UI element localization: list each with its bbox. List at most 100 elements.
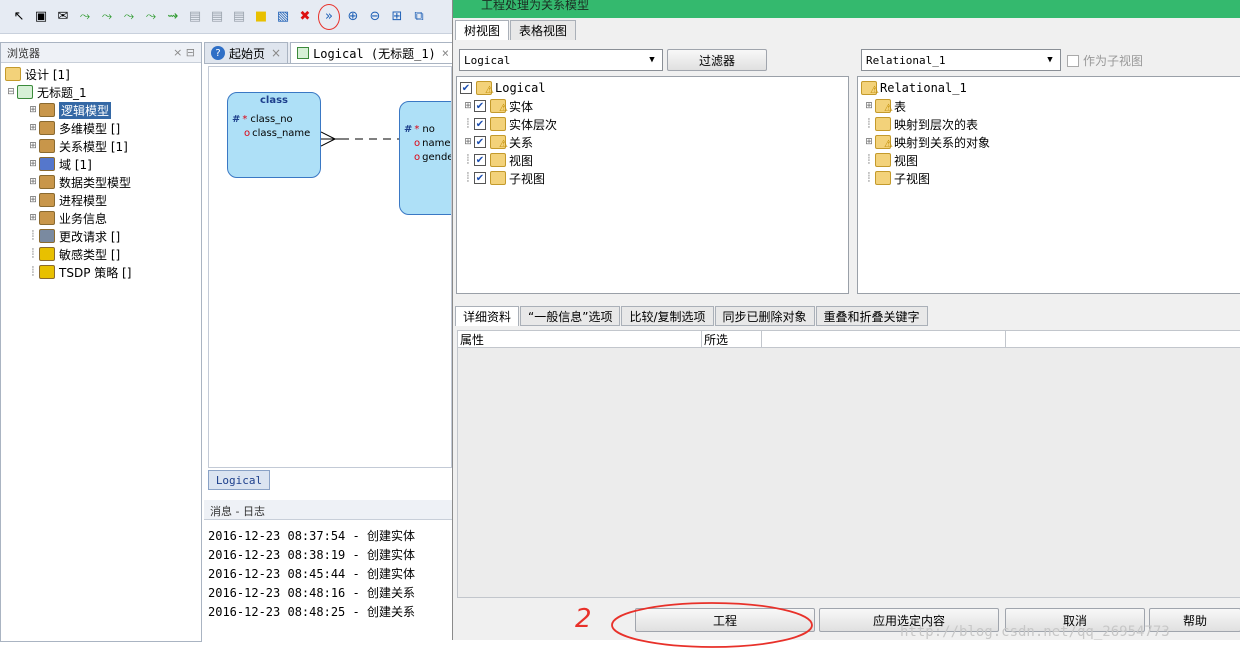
checkbox[interactable]: ✔: [474, 172, 486, 184]
expand-icon[interactable]: ⊞: [27, 123, 39, 133]
detail-tab[interactable]: 同步已删除对象: [714, 306, 815, 326]
tree-item[interactable]: ⊞ ⚠ 映射到关系的对象: [861, 133, 1240, 151]
tree-item[interactable]: ✔ ⚠ Logical: [460, 79, 848, 97]
diagram-canvas[interactable]: class # * class_no o class_name # * no o name …: [208, 66, 452, 468]
browser-item[interactable]: ⊞ 逻辑模型: [5, 101, 201, 119]
subview-checkbox[interactable]: 作为子视图: [1067, 52, 1143, 69]
browser-item[interactable]: ⊞ 业务信息: [5, 209, 201, 227]
browser-item[interactable]: ⊞ 域 [1]: [5, 155, 201, 173]
tab-tree-view[interactable]: 树视图: [455, 20, 510, 40]
browser-item-label: 域 [1]: [59, 157, 92, 172]
checkbox[interactable]: ✔: [474, 100, 486, 112]
expand-icon[interactable]: ⊞: [863, 101, 875, 111]
checkbox[interactable]: ✔: [474, 118, 486, 130]
tree-item[interactable]: ⊞ ⚠ 表: [861, 97, 1240, 115]
expand-icon[interactable]: ⊞: [27, 177, 39, 187]
entity-class[interactable]: class # * class_no o class_name: [227, 92, 321, 178]
log-line: 2016-12-23 08:45:44 - 创建实体: [208, 567, 415, 581]
new-view-icon[interactable]: ✉: [54, 8, 72, 26]
tree-item[interactable]: ┊ ✔ 实体层次: [460, 115, 848, 133]
supertype-icon[interactable]: ▤: [230, 8, 248, 26]
browser-item[interactable]: ⊞ 关系模型 [1]: [5, 137, 201, 155]
diagram-subtab-logical[interactable]: Logical: [208, 470, 270, 490]
checkbox[interactable]: ✔: [474, 154, 486, 166]
relation-1n-icon[interactable]: ⤳: [98, 8, 116, 26]
entity-student[interactable]: #*no oname ogender: [399, 101, 451, 215]
browser-item[interactable]: ⊞ 进程模型: [5, 191, 201, 209]
tree-line-icon: ┊: [30, 249, 36, 259]
tree-project[interactable]: ⊟ 无标题_1: [5, 83, 201, 101]
detail-tab[interactable]: 详细资料: [455, 306, 520, 326]
change-request-icon: [39, 229, 55, 243]
browser-item[interactable]: ⊞ 多维模型 []: [5, 119, 201, 137]
tree-item[interactable]: ⚠ Relational_1: [861, 79, 1240, 97]
tree-item-label: 子视图: [894, 171, 931, 186]
note-icon[interactable]: ■: [252, 8, 270, 26]
detail-tab[interactable]: 比较/复制选项: [621, 306, 714, 326]
expand-icon[interactable]: ⊞: [863, 137, 875, 147]
relationship-line[interactable]: [321, 127, 401, 149]
delete-icon[interactable]: ✖: [296, 8, 314, 26]
checkbox-box: [1067, 54, 1079, 67]
checkbox[interactable]: ✔: [460, 82, 472, 94]
tab-table-view[interactable]: 表格视图: [510, 20, 577, 40]
tab-label: 起始页: [229, 46, 266, 61]
expand-icon[interactable]: ⊞: [462, 101, 474, 111]
expand-icon[interactable]: ⊞: [27, 105, 39, 115]
browser-item[interactable]: ⊞ 数据类型模型: [5, 173, 201, 191]
expand-icon[interactable]: ⊞: [27, 195, 39, 205]
messages-log-panel: 消息 - 日志 2016-12-23 08:37:54 - 创建实体 2016-1…: [204, 500, 452, 643]
expand-icon[interactable]: ⊞: [27, 141, 39, 151]
tree-item[interactable]: ⊞ ✔ ⚠ 关系: [460, 133, 848, 151]
engineer-to-relational-icon[interactable]: »: [318, 3, 340, 30]
column-header-selected[interactable]: 所选: [702, 331, 762, 347]
expand-icon[interactable]: ⊞: [462, 137, 474, 147]
pointer-icon[interactable]: ↖: [10, 8, 28, 26]
relation-folder-icon: ⚠: [490, 135, 508, 150]
picture-icon[interactable]: ▧: [274, 8, 292, 26]
zoom-out-icon[interactable]: ⊖: [366, 8, 384, 26]
expand-icon[interactable]: ⊞: [27, 213, 39, 223]
tree-item[interactable]: ┊ 子视图: [861, 169, 1240, 187]
tab-start-page[interactable]: ? 起始页 ×: [204, 42, 289, 63]
detail-tab[interactable]: 重叠和折叠关键字: [815, 306, 928, 326]
collapse-icon[interactable]: ⊟: [5, 87, 17, 97]
zoom-in-icon[interactable]: ⊕: [344, 8, 362, 26]
browser-item[interactable]: ┊ 敏感类型 []: [5, 245, 201, 263]
tree-item[interactable]: ┊ 映射到层次的表: [861, 115, 1240, 133]
relation-mn-icon[interactable]: ⤳: [120, 8, 138, 26]
close-icon[interactable]: ×: [442, 46, 449, 60]
checkbox[interactable]: ✔: [474, 136, 486, 148]
browser-header: 浏览器 × ⊟: [1, 43, 201, 63]
browser-item[interactable]: ┊ 更改请求 []: [5, 227, 201, 245]
subview-folder-icon: [490, 171, 506, 185]
tree-item-label: Logical: [495, 81, 546, 95]
expand-icon[interactable]: ⊞: [27, 159, 39, 169]
new-entity-icon[interactable]: ▣: [32, 8, 50, 26]
tree-item[interactable]: ⊞ ✔ ⚠ 实体: [460, 97, 848, 115]
browser-item-label: 进程模型: [59, 193, 108, 208]
arrow-link-icon[interactable]: ⇝: [164, 8, 182, 26]
browser-item-label: 敏感类型 []: [59, 247, 121, 262]
warning-icon: ⚠: [499, 139, 508, 150]
detail-tab[interactable]: “一般信息”选项: [520, 306, 621, 326]
tree-item[interactable]: ┊ 视图: [861, 151, 1240, 169]
arc-icon[interactable]: ▤: [208, 8, 226, 26]
relation-11-icon[interactable]: ⤳: [76, 8, 94, 26]
tree-root[interactable]: 设计 [1]: [5, 65, 201, 83]
close-icon[interactable]: ×: [271, 46, 281, 60]
subtype-icon[interactable]: ▤: [186, 8, 204, 26]
relational-model-select[interactable]: Relational_1 ▼: [861, 49, 1061, 71]
filter-button[interactable]: 过滤器: [667, 49, 767, 71]
logical-model-select[interactable]: Logical ▼: [459, 49, 663, 71]
tree-item[interactable]: ┊ ✔ 子视图: [460, 169, 848, 187]
column-header-property[interactable]: 属性: [458, 331, 702, 347]
browser-item[interactable]: ┊ TSDP 策略 []: [5, 263, 201, 281]
close-icon[interactable]: × ⊟: [173, 46, 195, 59]
mapped-hierarchy-folder-icon: [875, 117, 891, 131]
tree-item[interactable]: ┊ ✔ 视图: [460, 151, 848, 169]
layout-icon[interactable]: ⧉: [410, 8, 428, 26]
tab-logical[interactable]: Logical (无标题_1) ×: [290, 42, 457, 63]
fit-screen-icon[interactable]: ⊞: [388, 8, 406, 26]
relation-ident-icon[interactable]: ⤳: [142, 8, 160, 26]
